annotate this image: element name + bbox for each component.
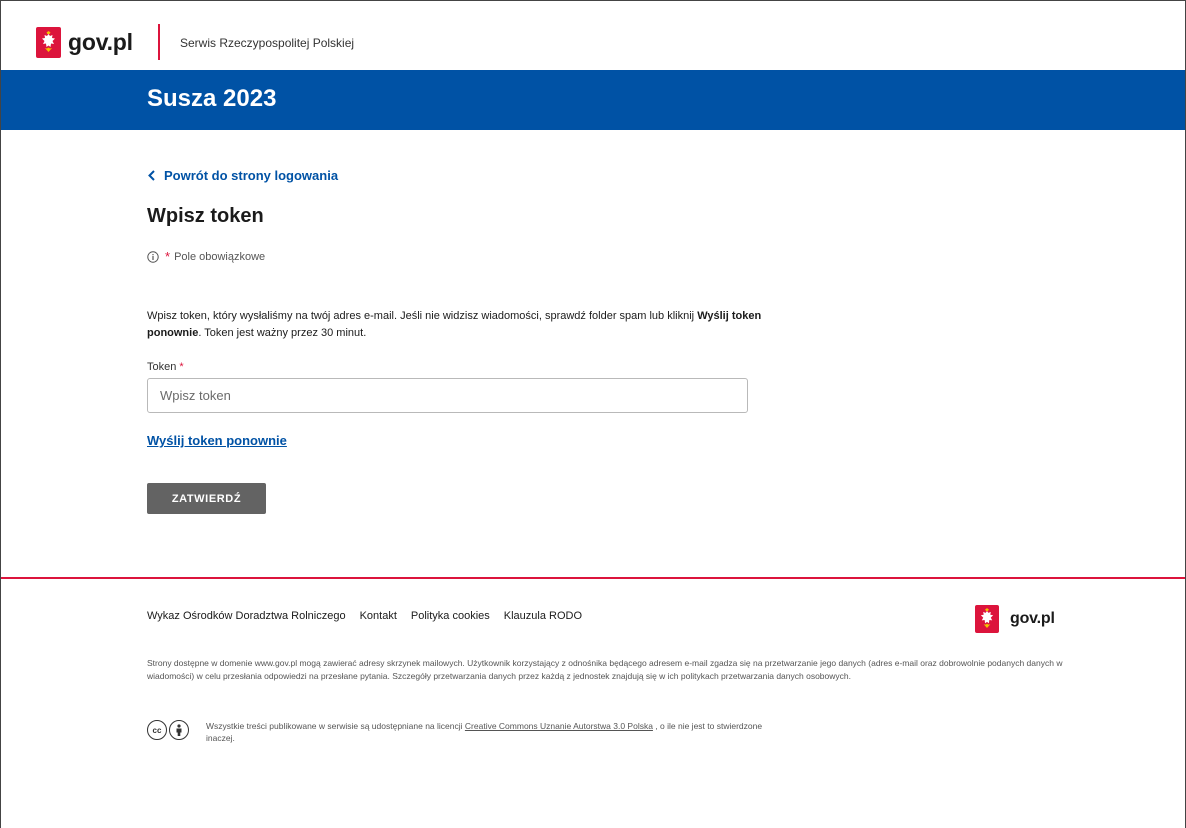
license-block: cc Wszystkie treści publikowane w serwis… xyxy=(147,720,766,744)
footer-logo-text: gov.pl xyxy=(1010,610,1055,627)
service-banner: Susza 2023 xyxy=(1,70,1185,130)
resend-token-link[interactable]: Wyślij token ponownie xyxy=(147,433,287,448)
footer-gov-logo[interactable]: gov.pl xyxy=(975,605,1055,633)
submit-button[interactable]: ZATWIERDŹ xyxy=(147,483,266,514)
token-required-star: * xyxy=(179,361,184,373)
page-title: Wpisz token xyxy=(147,205,264,227)
back-link-label: Powrót do strony logowania xyxy=(164,168,339,183)
attribution-person-icon xyxy=(169,720,189,740)
footer-link-odr[interactable]: Wykaz Ośrodków Doradztwa Rolniczego xyxy=(147,610,346,622)
footer-link-contact[interactable]: Kontakt xyxy=(360,610,397,622)
creative-commons-icon: cc xyxy=(147,720,167,740)
gov-logo-text: gov.pl xyxy=(68,29,133,55)
token-description: Wpisz token, który wysłaliśmy na twój ad… xyxy=(147,310,762,339)
required-fields-note: * Pole obowiązkowe xyxy=(147,249,265,264)
footer-disclaimer: Strony dostępne w domenie www.gov.pl mog… xyxy=(147,658,1063,681)
header-separator xyxy=(158,24,160,60)
page-frame: gov.pl Serwis Rzeczypospolitej Polskiej … xyxy=(0,0,1186,828)
cc-license-link[interactable]: Creative Commons Uznanie Autorstwa 3.0 P… xyxy=(465,721,653,731)
required-star: * xyxy=(165,249,171,264)
token-input[interactable] xyxy=(147,378,748,413)
footer-link-cookies[interactable]: Polityka cookies xyxy=(411,610,490,622)
service-name: Serwis Rzeczypospolitej Polskiej xyxy=(180,36,355,50)
footer-link-rodo[interactable]: Klauzula RODO xyxy=(504,610,582,622)
token-field-label: Token * xyxy=(147,361,184,373)
back-to-login-link[interactable]: Powrót do strony logowania xyxy=(148,168,338,183)
top-header: gov.pl Serwis Rzeczypospolitej Polskiej xyxy=(1,1,1185,70)
info-circle-icon xyxy=(147,250,159,263)
polish-eagle-emblem-icon xyxy=(975,605,999,633)
banner-title: Susza 2023 xyxy=(147,85,277,112)
polish-eagle-emblem-icon xyxy=(36,27,61,58)
cc-license-badge: cc xyxy=(147,720,189,740)
chevron-left-icon xyxy=(148,170,155,181)
footer-divider xyxy=(1,577,1185,579)
footer-links: Wykaz Ośrodków Doradztwa Rolniczego Kont… xyxy=(147,610,582,622)
license-text: Wszystkie treści publikowane w serwisie … xyxy=(206,721,763,743)
required-note-text: Pole obowiązkowe xyxy=(174,250,266,263)
gov-logo[interactable]: gov.pl xyxy=(36,27,133,58)
